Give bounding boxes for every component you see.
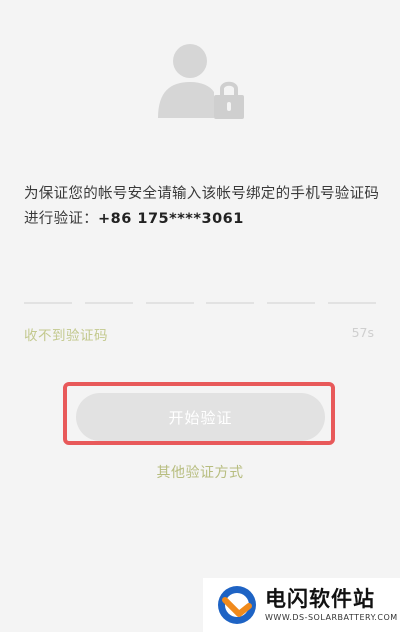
watermark: 电闪软件站 WWW.DS-SOLARBATTERY.COM [203, 578, 400, 632]
resend-code-link[interactable]: 收不到验证码 [24, 324, 108, 344]
watermark-url: WWW.DS-SOLARBATTERY.COM [265, 613, 398, 622]
resend-countdown: 57s [351, 325, 374, 340]
watermark-logo-icon [215, 584, 259, 626]
verification-screen: 为保证您的帐号安全请输入该帐号绑定的手机号验证码进行验证：+86 175****… [0, 0, 400, 632]
phone-number: +86 175****3061 [98, 211, 244, 227]
verification-prompt: 为保证您的帐号安全请输入该帐号绑定的手机号验证码进行验证：+86 175****… [24, 182, 384, 232]
code-slot-3[interactable] [145, 302, 194, 304]
watermark-name: 电闪软件站 [265, 587, 375, 611]
code-slot-6[interactable] [327, 302, 376, 304]
code-slot-2[interactable] [84, 302, 133, 304]
code-slot-5[interactable] [267, 302, 316, 304]
other-methods-link[interactable]: 其他验证方式 [0, 462, 400, 482]
code-slot-4[interactable] [206, 302, 255, 304]
code-slot-1[interactable] [24, 302, 72, 304]
user-lock-icon [156, 42, 248, 120]
start-verification-button[interactable]: 开始验证 [76, 393, 325, 441]
code-input[interactable] [24, 300, 376, 306]
